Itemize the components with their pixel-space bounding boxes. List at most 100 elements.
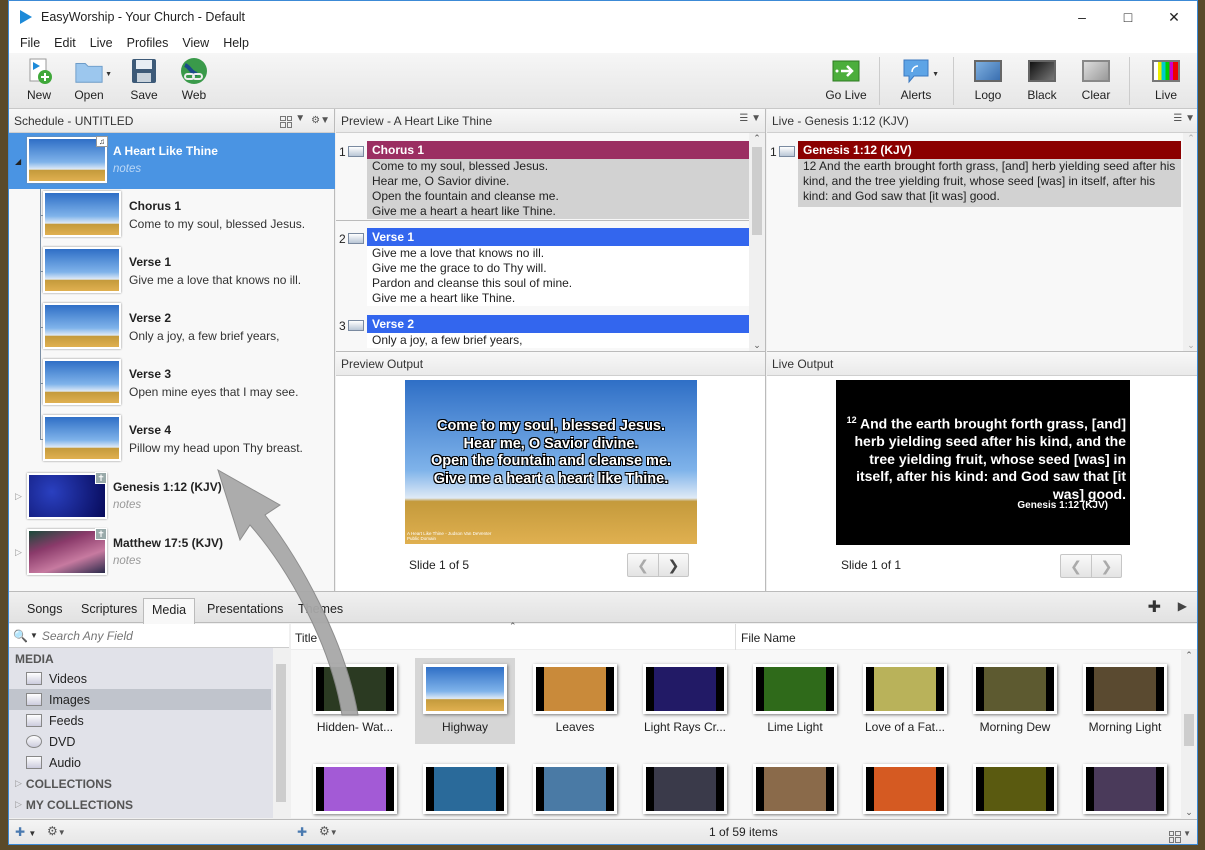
library-item-dvd[interactable]: DVD <box>9 731 271 752</box>
live-output-button[interactable]: Live <box>1142 57 1190 102</box>
scroll-thumb[interactable] <box>276 664 286 802</box>
next-slide-button[interactable]: ❯ <box>1091 555 1121 577</box>
media-item[interactable]: Light Rays Cr... <box>635 658 735 744</box>
preview-slide[interactable]: 3 Verse 2 Only a joy, a few brief years, <box>336 315 750 348</box>
live-slide[interactable]: 1 Genesis 1:12 (KJV) 12 And the earth br… <box>767 141 1181 207</box>
tab-presentations[interactable]: Presentations <box>199 598 291 624</box>
media-item[interactable]: Morning Dew <box>965 658 1065 744</box>
black-button[interactable]: Black <box>1018 57 1066 102</box>
previous-slide-button[interactable]: ❮ <box>1061 555 1091 577</box>
library-group-collections[interactable]: ▷ COLLECTIONS <box>9 773 271 794</box>
close-button[interactable]: ✕ <box>1151 1 1197 33</box>
menu-view[interactable]: View <box>175 36 216 50</box>
menu-help[interactable]: Help <box>216 36 256 50</box>
media-item[interactable]: Mountain Ref... <box>415 758 515 818</box>
media-item[interactable]: Paley Oak... <box>855 758 955 818</box>
schedule-slide-item[interactable]: Verse 4 Pillow my head upon Thy breast. <box>9 411 335 467</box>
media-item[interactable]: Lime Light <box>745 658 845 744</box>
menu-live[interactable]: Live <box>83 36 120 50</box>
column-title[interactable]: Title <box>295 631 317 645</box>
chevron-down-icon[interactable]: ▼ <box>30 631 38 640</box>
alerts-button[interactable]: ▼ Alerts <box>892 57 940 102</box>
expand-triangle-icon[interactable]: ▷ <box>15 547 22 558</box>
schedule-item[interactable]: ◢ ♫ A Heart Like Thine notes <box>9 133 335 189</box>
scroll-thumb[interactable] <box>752 147 762 235</box>
tab-themes[interactable]: Themes <box>290 598 351 624</box>
schedule-slide-item[interactable]: Verse 1 Give me a love that knows no ill. <box>9 243 335 299</box>
save-button[interactable]: Save <box>120 57 168 102</box>
library-item-images[interactable]: Images <box>9 689 271 710</box>
clear-button[interactable]: Clear <box>1072 57 1120 102</box>
schedule-slide-item[interactable]: Chorus 1 Come to my soul, blessed Jesus. <box>9 187 335 243</box>
media-item[interactable]: Mountain Vi... <box>525 758 625 818</box>
scroll-down-icon[interactable]: ⌄ <box>1181 807 1197 818</box>
media-item[interactable]: Out of the S... <box>745 758 845 818</box>
live-view-button[interactable]: ☰ ▼ <box>1173 113 1195 124</box>
scroll-down-icon[interactable]: ⌄ <box>749 340 765 351</box>
preview-slide[interactable]: 1 Chorus 1 Come to my soul, blessed Jesus.… <box>336 141 750 221</box>
schedule-item[interactable]: ▷ ✝ Matthew 17:5 (KJV) notes <box>9 525 335 581</box>
go-live-button[interactable]: Go Live <box>822 57 870 102</box>
media-settings-button[interactable]: ⚙▼ <box>319 824 338 838</box>
tab-media[interactable]: Media <box>143 598 196 624</box>
media-item[interactable]: Radiant Bea... <box>965 758 1065 818</box>
web-button[interactable]: Web <box>170 57 218 102</box>
column-divider[interactable] <box>735 624 736 650</box>
column-file-name[interactable]: File Name <box>741 631 796 645</box>
schedule-slide-item[interactable]: Verse 3 Open mine eyes that I may see. <box>9 355 335 411</box>
minimize-button[interactable]: – <box>1059 1 1105 33</box>
tab-songs[interactable]: Songs <box>19 598 70 624</box>
media-item[interactable]: Love of a Fat... <box>855 658 955 744</box>
previous-slide-button[interactable]: ❮ <box>628 554 658 576</box>
media-thumbnail <box>863 764 947 814</box>
media-item[interactable]: Rainbow R... <box>1075 758 1175 818</box>
add-tab-button[interactable]: ✚ <box>1148 597 1161 617</box>
maximize-button[interactable]: □ <box>1105 1 1151 33</box>
scroll-up-icon[interactable]: ⌃ <box>1183 133 1197 144</box>
open-button[interactable]: ▼ Open <box>65 57 113 102</box>
tab-scriptures[interactable]: Scriptures <box>73 598 145 624</box>
scroll-up-icon[interactable]: ⌃ <box>749 133 765 144</box>
search-input[interactable] <box>41 628 262 643</box>
media-item[interactable]: Mother Da... <box>305 758 405 818</box>
schedule-item[interactable]: ▷ ✝ Genesis 1:12 (KJV) notes <box>9 469 335 525</box>
expand-triangle-icon[interactable]: ▷ <box>15 491 22 502</box>
add-media-button[interactable]: ✚ <box>297 825 307 839</box>
scroll-up-icon[interactable]: ⌃ <box>1181 650 1197 661</box>
view-toggle-button[interactable]: ▼ <box>280 113 305 128</box>
preview-scrollbar[interactable]: ⌃ ⌄ <box>749 133 765 351</box>
media-item[interactable]: Highway <box>415 658 515 744</box>
media-item[interactable]: Leaves <box>525 658 625 744</box>
scroll-thumb[interactable] <box>1184 714 1194 746</box>
schedule-slide-item[interactable]: Verse 2 Only a joy, a few brief years, <box>9 299 335 355</box>
library-scrollbar[interactable] <box>273 648 289 818</box>
library-item-feeds[interactable]: Feeds <box>9 710 271 731</box>
library-item-videos[interactable]: Videos <box>9 668 271 689</box>
menu-profiles[interactable]: Profiles <box>120 36 176 50</box>
next-slide-button[interactable]: ❯ <box>658 554 688 576</box>
search-field[interactable]: 🔍 ▼ <box>9 624 289 648</box>
schedule-settings-button[interactable]: ⚙▼ <box>311 115 330 126</box>
menu-file[interactable]: File <box>13 36 47 50</box>
logo-button[interactable]: Logo <box>964 57 1012 102</box>
library-item-audio[interactable]: Audio <box>9 752 271 773</box>
preview-slide[interactable]: 2 Verse 1 Give me a love that knows no ill… <box>336 228 750 306</box>
expand-triangle-icon[interactable]: ◢ <box>15 157 21 166</box>
library-settings-button[interactable]: ⚙▼ <box>47 824 66 838</box>
live-output-screen[interactable]: 12 And the earth brought forth grass, [a… <box>836 380 1130 545</box>
preview-view-button[interactable]: ☰ ▼ <box>739 113 761 124</box>
live-scrollbar[interactable]: ⌃ ⌄ <box>1183 133 1197 351</box>
menu-edit[interactable]: Edit <box>47 36 83 50</box>
play-button[interactable]: ▶ <box>1178 599 1187 613</box>
new-button[interactable]: New <box>15 57 63 102</box>
media-item[interactable]: Northern Li... <box>635 758 735 818</box>
preview-output-screen[interactable]: Come to my soul, blessed Jesus. Hear me, … <box>405 380 697 544</box>
media-item[interactable]: Morning Light <box>1075 658 1175 744</box>
media-scrollbar[interactable]: ⌃ ⌄ <box>1181 650 1197 818</box>
library-group-my-collections[interactable]: ▷ MY COLLECTIONS <box>9 794 271 815</box>
scroll-down-icon[interactable]: ⌄ <box>1183 340 1197 351</box>
library-section-media[interactable]: MEDIA <box>9 648 271 669</box>
media-view-button[interactable]: ▼ <box>1168 825 1191 843</box>
media-item[interactable]: Hidden- Wat... <box>305 658 405 744</box>
add-collection-button[interactable]: ✚ ▼ <box>15 825 36 839</box>
